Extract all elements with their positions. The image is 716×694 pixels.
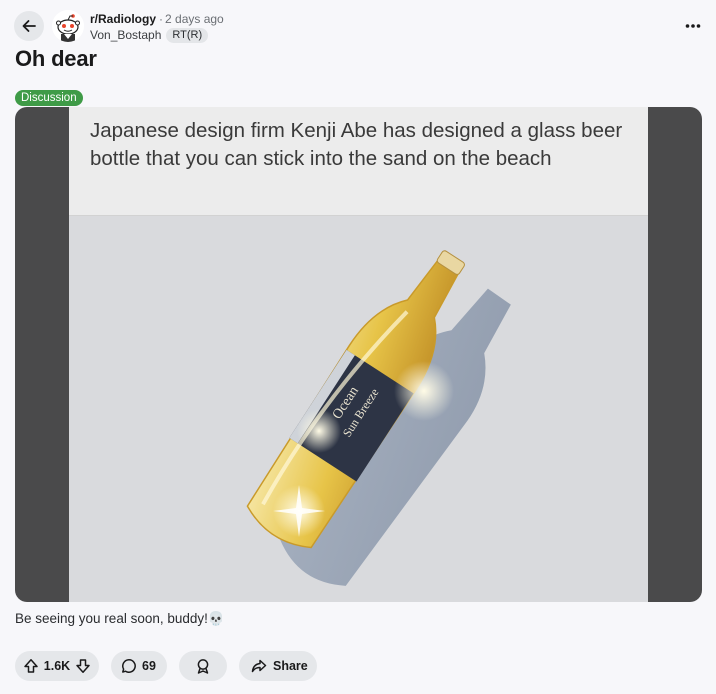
image-caption: Japanese design firm Kenji Abe has desig… xyxy=(90,119,623,170)
action-bar: 1.6K 69 Share xyxy=(15,651,317,681)
share-label: Share xyxy=(273,659,308,673)
comments-button[interactable]: 69 xyxy=(111,651,167,681)
author-link[interactable]: Von_Bostaph xyxy=(90,28,161,43)
post-title[interactable]: Oh dear xyxy=(15,46,97,72)
bottle-illustration: Ocean Sun Breeze xyxy=(246,250,511,586)
user-flair: RT(R) xyxy=(166,28,209,43)
award-button[interactable] xyxy=(179,651,227,681)
post-time: 2 days ago xyxy=(165,12,224,26)
post-page: r/Radiology · 2 days ago Von_Bostaph RT(R)… xyxy=(0,0,716,694)
subreddit-avatar[interactable] xyxy=(52,10,84,42)
more-options-button[interactable] xyxy=(680,14,706,38)
share-icon xyxy=(251,658,267,674)
downvote-icon[interactable] xyxy=(75,658,91,674)
vote-control: 1.6K xyxy=(15,651,99,681)
post-meta: r/Radiology · 2 days ago Von_Bostaph RT(R) xyxy=(90,12,224,43)
share-button[interactable]: Share xyxy=(239,651,317,681)
comment-count: 69 xyxy=(142,659,156,673)
comment-icon xyxy=(121,658,137,674)
post-flair-tag[interactable]: Discussion xyxy=(15,90,83,106)
back-button[interactable] xyxy=(14,11,44,41)
meta-separator: · xyxy=(159,12,164,26)
back-arrow-icon xyxy=(21,18,37,34)
award-icon xyxy=(195,658,211,674)
image-caption-box: Japanese design firm Kenji Abe has desig… xyxy=(69,107,648,216)
post-media[interactable]: Japanese design firm Kenji Abe has desig… xyxy=(15,107,702,602)
upvote-icon[interactable] xyxy=(23,658,39,674)
media-image: Japanese design firm Kenji Abe has desig… xyxy=(69,107,648,602)
post-body: Be seeing you real soon, buddy!💀 xyxy=(15,611,225,626)
vote-count: 1.6K xyxy=(43,659,71,673)
more-options-icon xyxy=(685,23,701,29)
snoo-avatar-icon xyxy=(52,10,84,42)
subreddit-link[interactable]: r/Radiology xyxy=(90,12,156,26)
